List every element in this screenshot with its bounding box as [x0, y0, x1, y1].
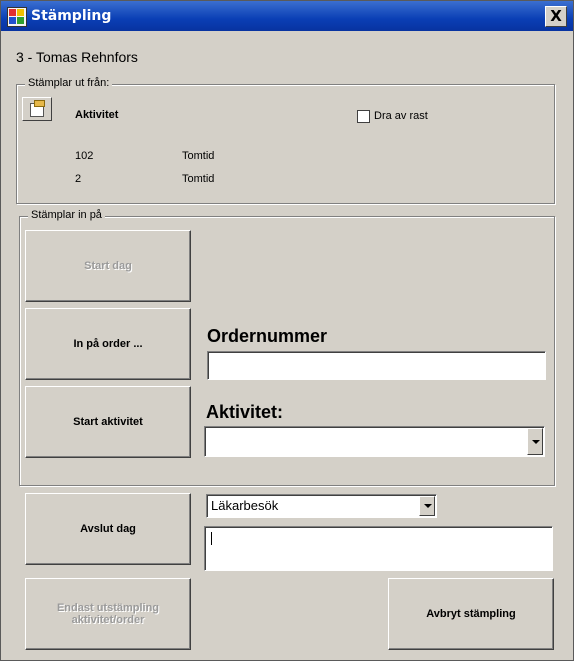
- order-number-input[interactable]: [207, 351, 546, 380]
- window-title: Stämpling: [31, 8, 112, 24]
- deduct-break-checkbox[interactable]: [357, 110, 370, 123]
- stampling-window: Stämpling X 3 - Tomas Rehnfors Stämplar …: [0, 0, 574, 661]
- activity-column-header: Aktivitet: [75, 109, 119, 121]
- activity-row-code: 2: [75, 173, 82, 185]
- activity-row-name: Tomtid: [182, 150, 215, 162]
- only-checkout-button[interactable]: Endast utstämpling aktivitet/order: [25, 578, 191, 650]
- out-group: Stämplar ut från: Aktivitet Dra av rast …: [16, 77, 555, 204]
- activity-row-code: 102: [75, 150, 94, 162]
- comment-input[interactable]: [204, 526, 553, 571]
- text-caret: [211, 532, 212, 545]
- activity-label: Aktivitet:: [206, 402, 284, 422]
- activity-dropdown-arrow[interactable]: [527, 428, 543, 455]
- reason-dropdown-arrow[interactable]: [419, 496, 435, 516]
- user-heading: 3 - Tomas Rehnfors: [16, 49, 138, 65]
- in-on-order-button[interactable]: In på order ...: [25, 308, 191, 380]
- document-edit-icon: [30, 100, 45, 117]
- start-day-button[interactable]: Start dag: [25, 230, 191, 302]
- end-day-button[interactable]: Avslut dag: [25, 493, 191, 565]
- activity-row-name: Tomtid: [182, 173, 215, 185]
- title-bar[interactable]: Stämpling X: [1, 1, 573, 31]
- reason-dropdown[interactable]: Läkarbesök: [206, 494, 437, 518]
- chevron-down-icon: [532, 439, 540, 444]
- out-group-legend: Stämplar ut från:: [25, 77, 113, 89]
- start-activity-button[interactable]: Start aktivitet: [25, 386, 191, 458]
- close-button[interactable]: X: [545, 6, 567, 27]
- cancel-stamping-button[interactable]: Avbryt stämpling: [388, 578, 554, 650]
- app-icon: [7, 7, 27, 27]
- activity-dropdown[interactable]: [204, 426, 545, 457]
- chevron-down-icon: [424, 504, 432, 508]
- deduct-break-label: Dra av rast: [374, 110, 428, 122]
- edit-activity-button[interactable]: [22, 97, 52, 121]
- in-group-legend: Stämplar in på: [28, 209, 105, 221]
- order-number-label: Ordernummer: [207, 326, 328, 346]
- reason-dropdown-value: Läkarbesök: [211, 498, 279, 513]
